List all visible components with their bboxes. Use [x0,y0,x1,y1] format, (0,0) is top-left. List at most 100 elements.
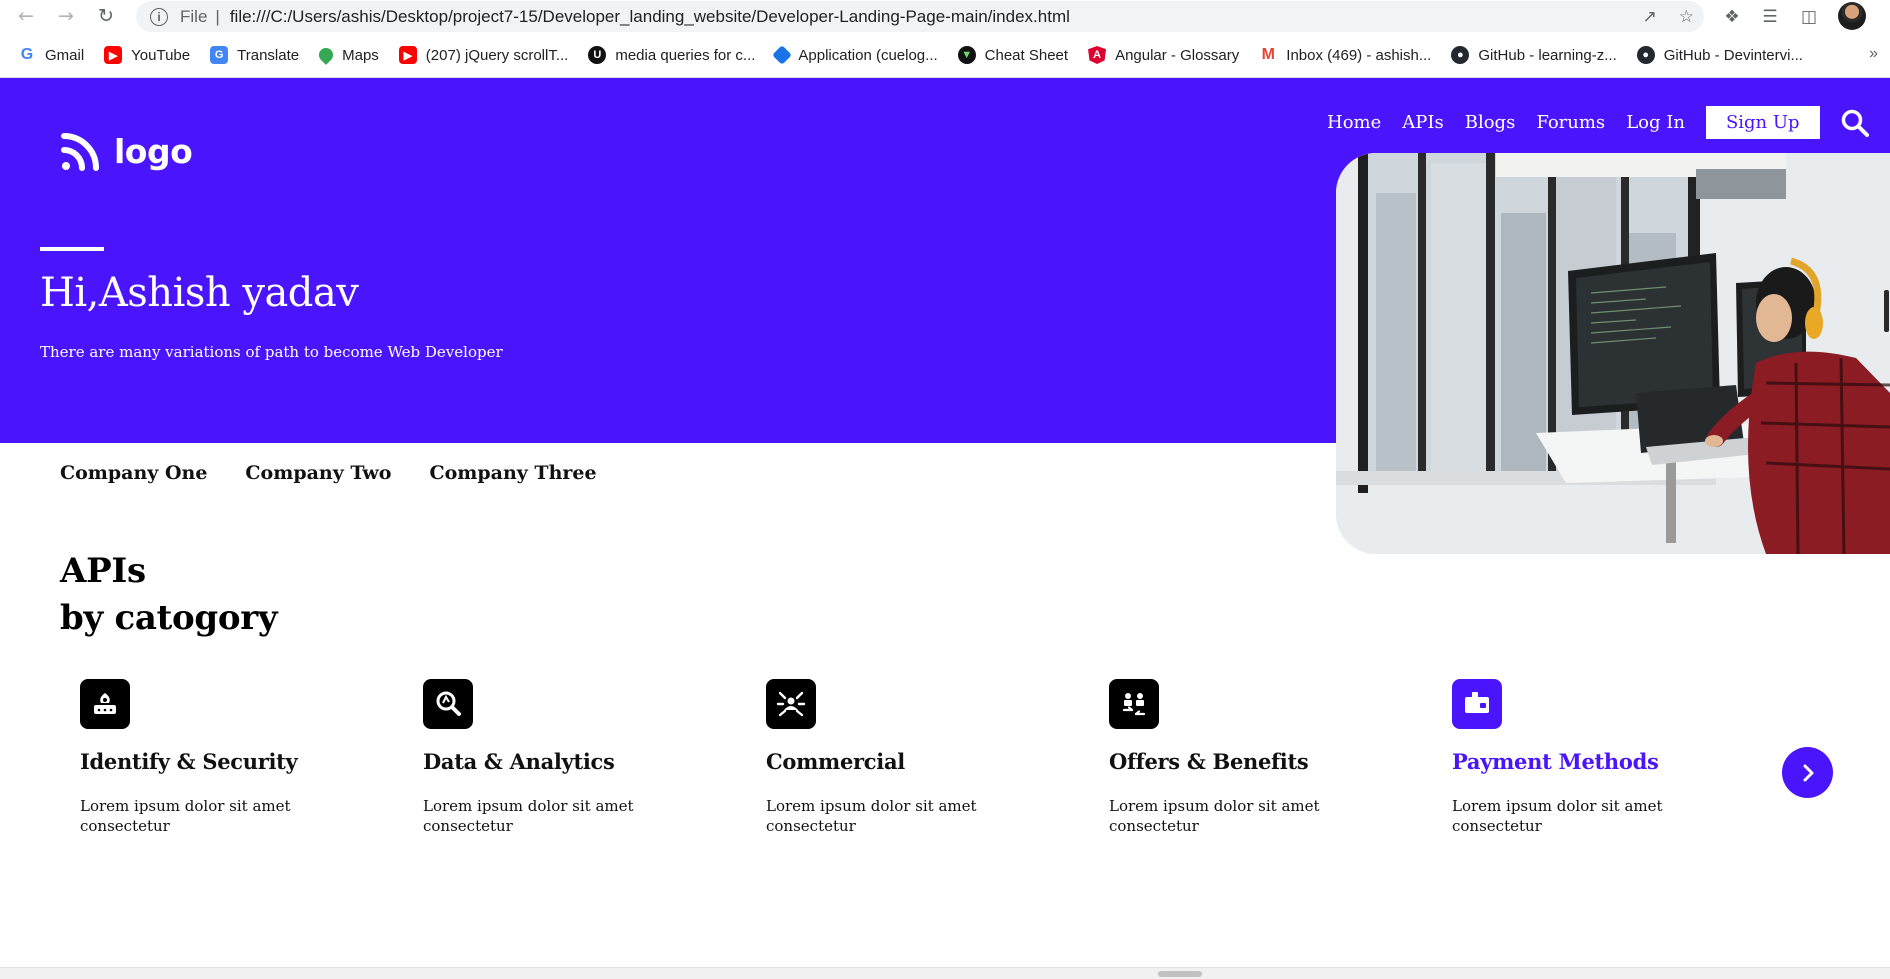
bookmark-label: GitHub - Devintervi... [1663,46,1803,64]
side-panel-icon[interactable]: ◫ [1796,4,1822,30]
top-navigation: Home APIs Blogs Forums Log In Sign Up [1327,106,1870,139]
bookmark-inbox[interactable]: M Inbox (469) - ashish... [1259,46,1431,64]
forward-arrow-icon[interactable]: → [54,4,78,28]
bookmark-label: YouTube [131,46,191,64]
bookmark-label: GitHub - learning-z... [1478,46,1617,64]
bookmark-label: Inbox (469) - ashish... [1286,46,1432,64]
bookmark-cheat-sheet[interactable]: ▼ Cheat Sheet [957,46,1069,64]
bookmarks-overflow-icon[interactable]: » [1869,45,1878,63]
translate-icon: G [210,46,229,64]
bookmark-github-devinterview[interactable]: ● GitHub - Devintervi... [1636,46,1803,64]
bookmark-star-icon[interactable]: ☆ [1679,7,1694,27]
bookmarks-bar: G Gmail ▶ YouTube G Translate Maps ▶ (20… [0,33,1890,78]
browser-toolbar: ← → ↻ i File | file:///C:/Users/ashis/De… [0,0,1890,33]
nav-login[interactable]: Log In [1626,112,1685,133]
url-text[interactable]: file:///C:/Users/ashis/Desktop/project7-… [230,7,1070,27]
nav-home[interactable]: Home [1327,112,1381,133]
signup-button[interactable]: Sign Up [1705,106,1820,139]
udemy-icon: U [588,46,607,64]
card-description: Lorem ipsum dolor sit amet consectetur [1109,797,1320,835]
bookmark-translate[interactable]: G Translate [210,46,299,64]
developer-at-desk-image [1336,153,1890,554]
category-card-offers[interactable]: Offers & Benefits Lorem ipsum dolor sit … [1109,679,1409,836]
github-icon: ● [1451,46,1470,64]
site-info-icon[interactable]: i [150,7,168,26]
nav-forums[interactable]: Forums [1536,112,1605,133]
payment-icon [1452,679,1502,729]
nav-apis[interactable]: APIs [1402,112,1443,133]
profile-avatar[interactable] [1838,2,1866,30]
nav-blogs[interactable]: Blogs [1465,112,1516,133]
hackerrank-icon [772,45,793,65]
back-arrow-icon[interactable]: ← [14,4,38,28]
google-icon: G [20,46,34,63]
bookmark-angular[interactable]: A Angular - Glossary [1088,46,1239,64]
devhints-icon: ▼ [957,46,976,64]
card-description: Lorem ipsum dolor sit amet consectetur [1452,797,1663,835]
bookmark-label: Translate [237,46,300,64]
bookmark-jquery-video[interactable]: ▶ (207) jQuery scrollT... [398,46,569,64]
card-title: Identify & Security [80,749,298,774]
offers-icon [1109,679,1159,729]
bookmark-label: (207) jQuery scrollT... [425,46,569,64]
card-title: Data & Analytics [423,749,615,774]
company-one: Company One [60,462,208,484]
card-title: Commercial [766,749,905,774]
category-card-analytics[interactable]: Data & Analytics Lorem ipsum dolor sit a… [423,679,723,836]
carousel-next-button[interactable] [1782,747,1833,798]
card-title: Offers & Benefits [1109,749,1309,774]
apis-section-title: APIs by catogory [60,548,278,642]
bookmark-gmail[interactable]: G Gmail [18,46,84,64]
horizontal-scrollbar-thumb[interactable] [1158,971,1202,977]
logo-text: logo [114,131,193,171]
site-logo[interactable]: logo [58,128,193,174]
url-scheme: File [180,6,208,26]
reading-list-icon[interactable]: ☰ [1757,4,1783,30]
card-description: Lorem ipsum dolor sit amet consectetur [766,797,977,835]
bookmark-maps[interactable]: Maps [316,45,379,65]
gmail-icon: M [1259,46,1278,64]
company-two: Company Two [245,462,392,484]
category-card-payment[interactable]: Payment Methods Lorem ipsum dolor sit am… [1452,679,1752,836]
github-icon: ● [1636,46,1655,64]
card-description: Lorem ipsum dolor sit amet consectetur [423,797,634,835]
address-bar[interactable]: i File | file:///C:/Users/ashis/Desktop/… [136,1,1704,32]
analytics-icon [423,679,473,729]
horizontal-scrollbar[interactable] [0,967,1890,979]
bookmark-label: Cheat Sheet [984,46,1069,64]
bookmark-github-learning[interactable]: ● GitHub - learning-z... [1451,46,1617,64]
hero-title: Hi,Ashish yadav [40,270,359,316]
extensions-puzzle-icon[interactable]: ❖ [1719,4,1745,30]
rss-logo-icon [61,133,99,171]
angular-icon: A [1088,46,1107,64]
url-separator: | [215,6,220,26]
bookmark-media-queries[interactable]: U media queries for c... [588,46,755,64]
company-list: Company One Company Two Company Three [60,462,635,484]
bookmark-application[interactable]: Application (cuelog... [772,45,938,65]
category-card-security[interactable]: Identify & Security Lorem ipsum dolor si… [80,679,380,836]
apis-title-line2: by catogory [60,598,278,638]
bookmark-label: Application (cuelog... [798,46,938,64]
youtube-icon: ▶ [398,46,417,64]
card-title: Payment Methods [1452,749,1659,774]
chevron-right-icon [1803,764,1813,781]
card-description: Lorem ipsum dolor sit amet consectetur [80,797,291,835]
search-icon[interactable] [1840,108,1870,138]
security-icon [80,679,130,729]
hero-divider [40,247,104,251]
bookmark-label: Maps [342,46,379,64]
company-three: Company Three [429,462,597,484]
hero-photo [1336,153,1890,554]
bookmark-label: Angular - Glossary [1115,46,1240,64]
bookmark-label: Gmail [45,46,85,64]
bookmark-youtube[interactable]: ▶ YouTube [104,46,190,64]
reload-icon[interactable]: ↻ [94,4,118,28]
youtube-icon: ▶ [104,46,123,64]
category-card-commercial[interactable]: Commercial Lorem ipsum dolor sit amet co… [766,679,1066,836]
bookmark-label: media queries for c... [615,46,756,64]
vertical-scrollbar-thumb[interactable] [1884,290,1889,332]
hero-subtitle: There are many variations of path to bec… [40,343,503,361]
apis-title-line1: APIs [60,551,146,591]
share-icon[interactable]: ↗ [1643,7,1657,27]
commercial-icon [766,679,816,729]
